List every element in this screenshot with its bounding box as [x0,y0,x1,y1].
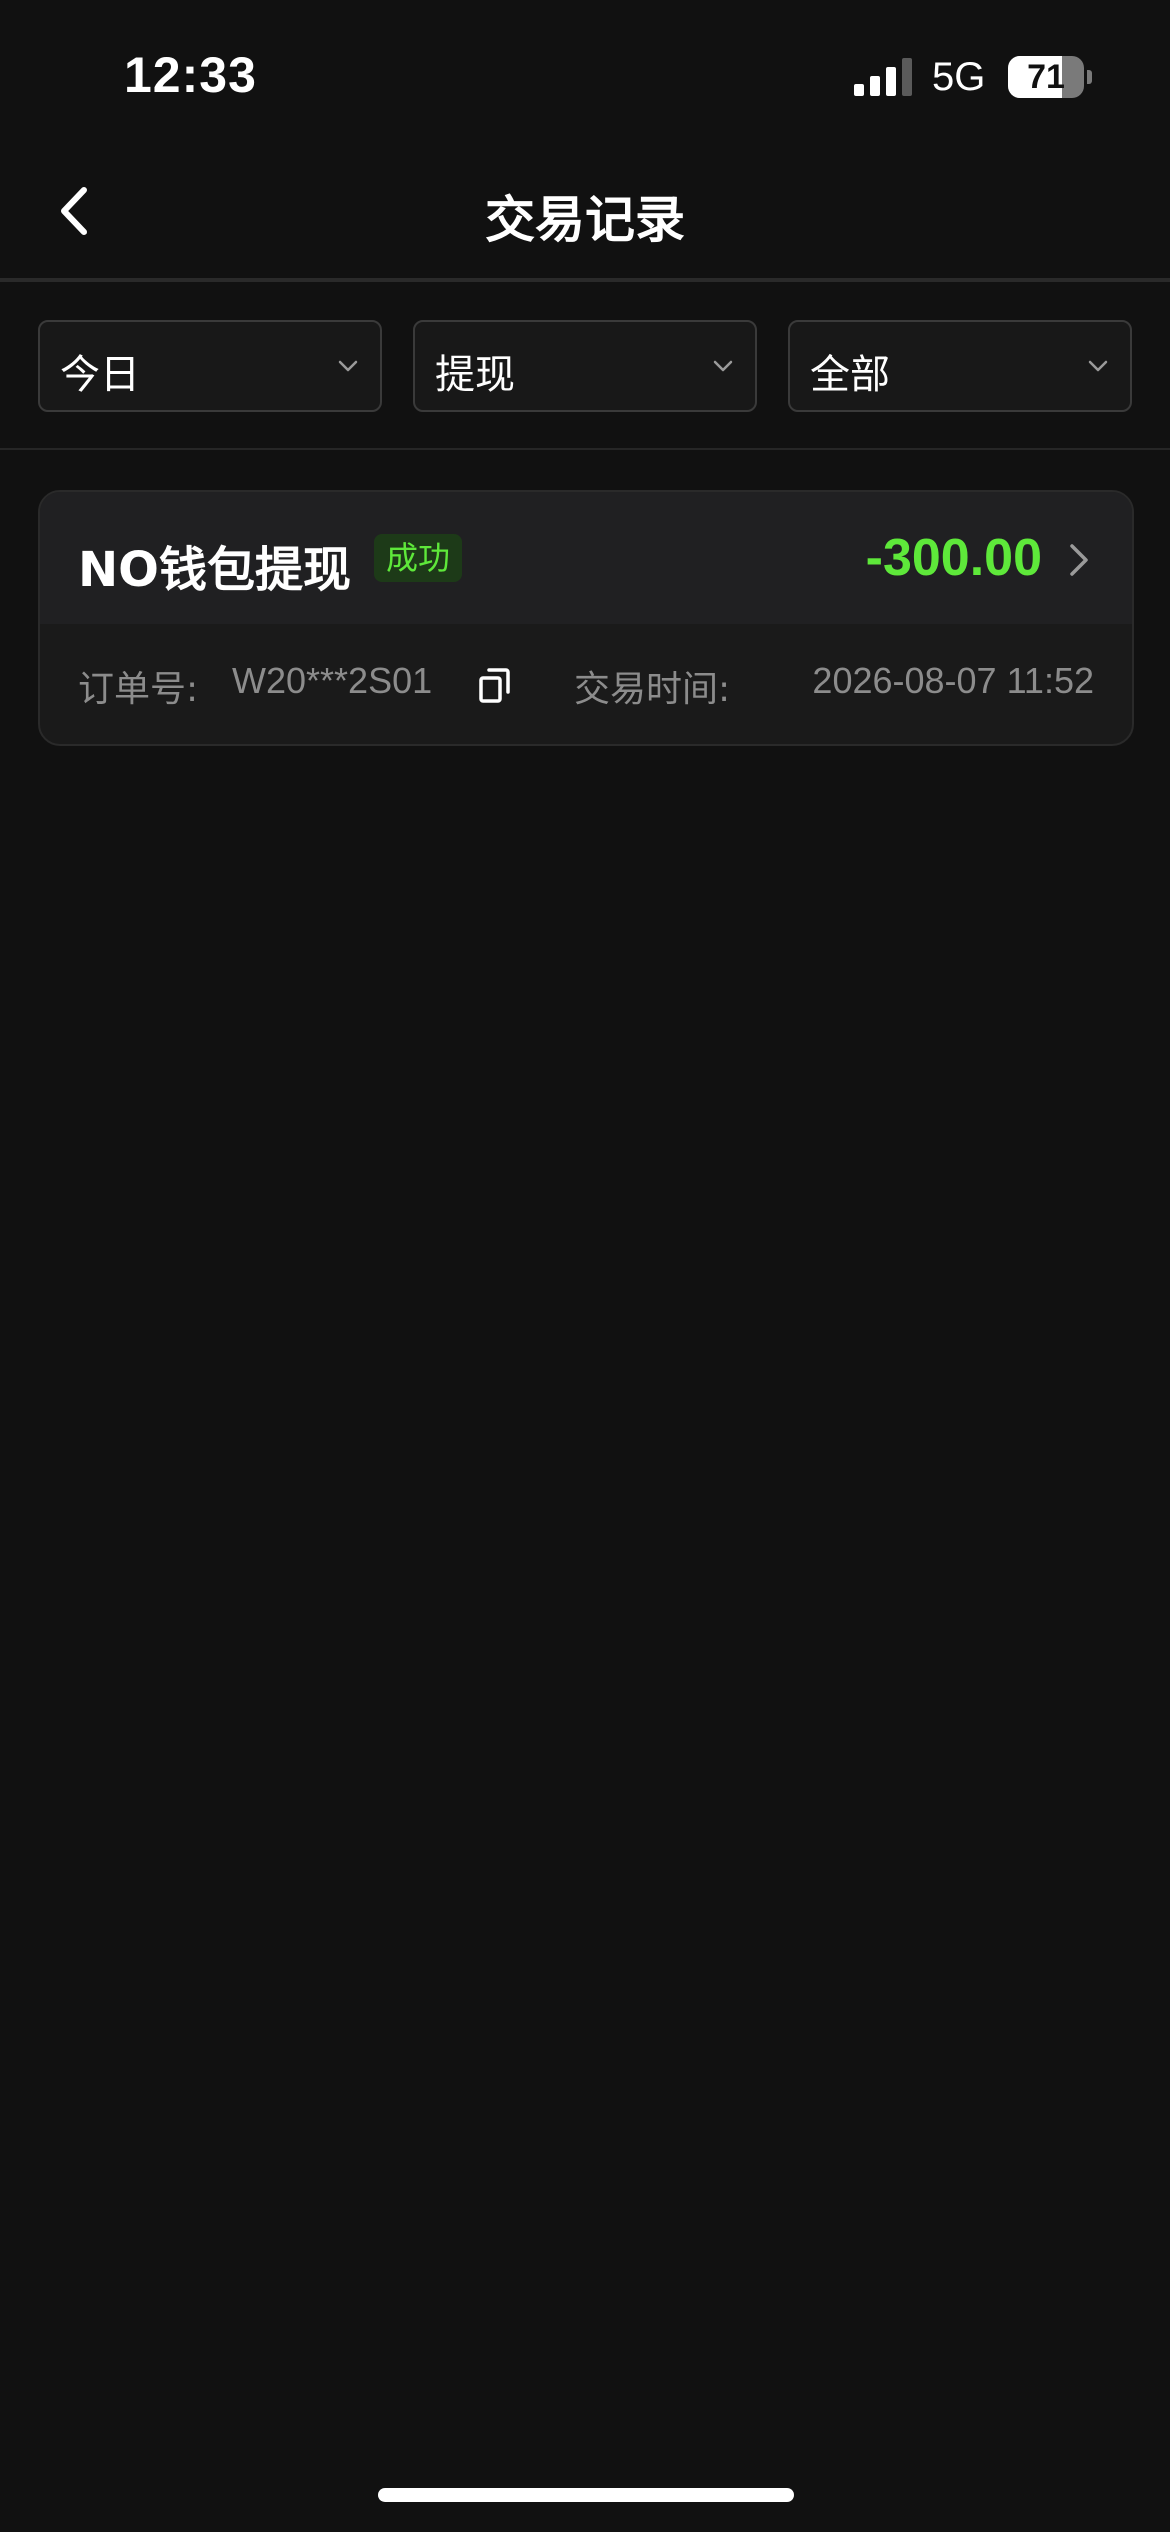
status-bar: 12:33 5G 71 [0,0,1170,150]
chevron-down-icon [338,360,358,372]
chevron-down-icon [1088,360,1108,372]
chevron-down-icon [713,360,733,372]
page-title: 交易记录 [485,191,685,249]
transaction-time: 2026-08-07 11:52 [812,660,1094,701]
signal-bar [870,76,880,96]
type-filter-dropdown[interactable]: 提现 [413,320,757,412]
transaction-title: NO钱包提现 [78,542,351,598]
filter-bar: 今日 提现 全部 [0,320,1170,412]
home-indicator[interactable] [378,2488,794,2502]
battery-icon: 71 [1008,56,1092,98]
nav-divider [0,278,1170,282]
order-number-label: 订单号: [78,669,199,710]
transaction-card[interactable]: NO钱包提现 成功 -300.00 订单号: W20***2S01 交易时间: … [38,490,1134,746]
transaction-header: NO钱包提现 成功 -300.00 [40,492,1132,624]
copy-icon[interactable] [478,666,512,704]
order-number: W20***2S01 [232,660,433,701]
transaction-amount: -300.00 [865,529,1042,587]
transaction-time-label: 交易时间: [574,669,731,710]
signal-bar [886,67,896,96]
chevron-right-icon [1070,544,1088,576]
nav-bar: 交易记录 [0,150,1170,280]
signal-bar [854,84,864,96]
transaction-details: 订单号: W20***2S01 交易时间: 2026-08-07 11:52 [40,624,1132,744]
transaction-records-screen: 12:33 5G 71 交易记录 今日 提现 全部 NO钱包提现 成功 -300… [0,0,1170,2532]
signal-strength-icon [854,58,912,96]
status-filter-label: 全部 [810,352,890,398]
status-badge: 成功 [374,534,463,582]
type-filter-label: 提现 [435,352,515,398]
filters-divider [0,448,1170,450]
battery-level: 71 [1027,58,1065,96]
status-time: 12:33 [124,47,257,103]
date-filter-label: 今日 [60,352,140,398]
status-filter-dropdown[interactable]: 全部 [788,320,1132,412]
date-filter-dropdown[interactable]: 今日 [38,320,382,412]
network-type: 5G [932,55,986,99]
signal-bar [902,58,912,96]
